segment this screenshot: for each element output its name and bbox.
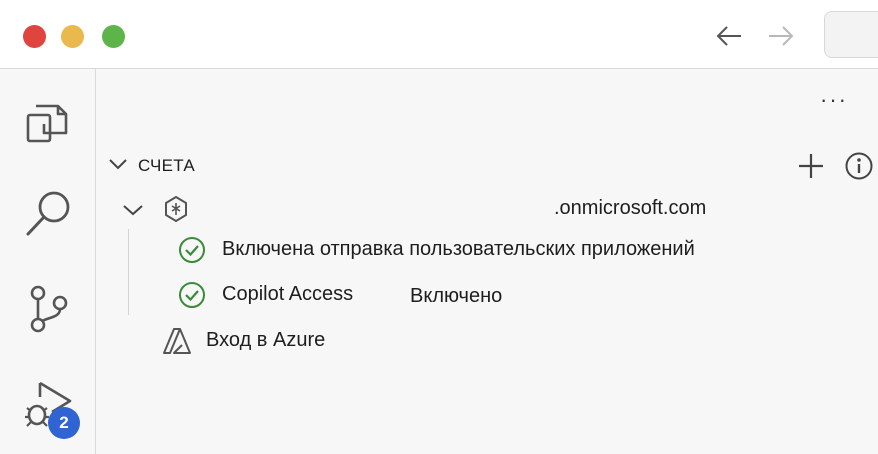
status-row: Включена отправка пользовательских прило… [178,234,858,266]
source-control-button[interactable] [22,283,74,335]
status-text: Copilot Access [222,283,354,305]
command-center[interactable] [824,11,878,58]
activity-bar: 2 [0,69,96,454]
search-icon [26,191,70,236]
info-icon[interactable] [844,151,874,181]
status-row: Copilot Access Включено [178,279,858,311]
check-circle-icon [179,282,205,308]
minimize-window-button[interactable] [61,25,84,48]
account-row[interactable]: .onmicrosoft.com [122,193,822,225]
explorer-icon [26,104,68,143]
more-actions-button[interactable]: ··· [820,87,848,113]
search-button[interactable] [22,187,74,239]
section-title: СЧЕТА [138,156,196,175]
accounts-section-header[interactable]: СЧЕТА [104,151,873,181]
status-value: Включено [410,285,503,307]
accounts-panel: ··· СЧЕТА .onmicrosoft.com Включена отпр… [96,69,878,454]
check-circle-icon [179,237,205,263]
arrow-left-icon [716,26,741,46]
azure-icon [163,328,191,354]
back-button[interactable] [713,20,745,52]
status-text: Включена отправка пользовательских прило… [222,238,695,260]
close-window-button[interactable] [23,25,46,48]
explorer-button[interactable] [22,93,74,145]
azure-sign-in-label: Вход в Azure [206,329,326,351]
add-account-icon[interactable] [796,151,826,181]
azure-sign-in-row[interactable]: Вход в Azure [162,325,662,357]
tree-indent-guide [128,229,129,315]
source-control-icon [30,285,68,333]
title-bar [0,0,878,69]
chevron-down-icon [123,205,143,216]
microsoft-365-icon [165,196,187,222]
account-domain: .onmicrosoft.com [554,197,707,219]
zoom-window-button[interactable] [102,25,125,48]
chevron-down-icon [109,159,127,170]
arrow-right-icon [769,26,794,46]
debug-badge: 2 [48,407,80,439]
forward-button[interactable] [765,20,797,52]
